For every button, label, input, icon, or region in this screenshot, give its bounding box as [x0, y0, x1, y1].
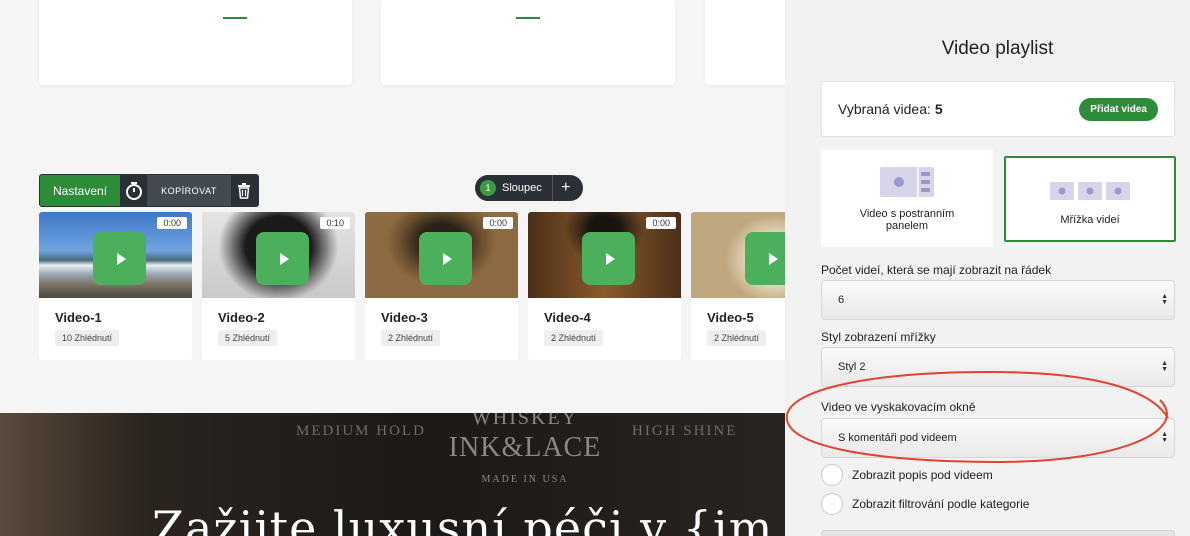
video-duration: 0:10 — [320, 217, 350, 229]
settings-button[interactable]: Nastavení — [40, 175, 121, 206]
brand-logo: WHISKEY INK&LACE MADE IN USA — [448, 413, 602, 485]
video-title: Video-1 — [55, 310, 102, 325]
hero-left-tag: MEDIUM HOLD — [296, 423, 426, 439]
timer-icon[interactable] — [120, 175, 147, 206]
popup-label: Video ve vyskakovacím okně — [821, 400, 976, 414]
video-title: Video-3 — [381, 310, 428, 325]
card-accent-line — [223, 17, 247, 19]
next-select-partial[interactable] — [821, 530, 1175, 536]
sidebar-layout-icon — [880, 167, 934, 197]
add-videos-button[interactable]: Přidat videa — [1079, 97, 1158, 121]
element-toolbar: Nastavení KOPÍROVAT — [39, 174, 259, 207]
video-views-badge: 2 Zhlédnutí — [381, 330, 441, 346]
show-description-toggle[interactable] — [821, 464, 843, 486]
hero-right-tag: HIGH SHINE — [632, 423, 738, 439]
top-card-3 — [705, 0, 785, 85]
column-count-badge: 1 — [480, 180, 496, 196]
video-views-badge: 2 Zhlédnutí — [707, 330, 767, 346]
video-card[interactable]: 0:00 Video-3 2 Zhlédnutí — [365, 212, 518, 360]
video-duration: 0:00 — [483, 217, 513, 229]
grid-style-select[interactable]: Styl 2 ▲ ▼ — [821, 347, 1175, 387]
play-icon[interactable] — [582, 232, 635, 285]
video-duration: 0:00 — [646, 217, 676, 229]
layout-grid-label: Mřížka videí — [1060, 214, 1120, 226]
selected-videos-label: Vybraná videa: 5 — [838, 101, 943, 117]
top-card-2 — [381, 0, 675, 85]
column-label: Sloupec — [502, 182, 542, 194]
video-card[interactable]: Video-5 2 Zhlédnutí — [691, 212, 785, 360]
video-title: Video-2 — [218, 310, 265, 325]
layout-option-sidebar[interactable]: Video s postranním panelem — [821, 150, 993, 247]
page-editor-canvas: Nastavení KOPÍROVAT 1 Sloupec + 0:00 Vid… — [0, 0, 785, 536]
video-card[interactable]: 0:00 Video-4 2 Zhlédnutí — [528, 212, 681, 360]
video-thumbnail[interactable]: 0:00 — [39, 212, 192, 298]
video-thumbnail[interactable] — [691, 212, 785, 298]
video-views-badge: 5 Zhlédnutí — [218, 330, 278, 346]
column-pill[interactable]: 1 Sloupec + — [475, 175, 583, 201]
play-icon[interactable] — [256, 232, 309, 285]
play-icon[interactable] — [93, 232, 146, 285]
copy-button[interactable]: KOPÍROVAT — [147, 175, 231, 206]
video-views-badge: 2 Zhlédnutí — [544, 330, 604, 346]
hero-banner: MEDIUM HOLD HIGH SHINE WHISKEY INK&LACE … — [0, 413, 785, 536]
selected-videos-box: Vybraná videa: 5 Přidat videa — [821, 81, 1175, 137]
per-row-label: Počet videí, která se mají zobrazit na ř… — [821, 263, 1052, 277]
show-filter-option[interactable]: Zobrazit filtrování podle kategorie — [821, 493, 1029, 515]
video-title: Video-5 — [707, 310, 754, 325]
video-thumbnail[interactable]: 0:10 — [202, 212, 355, 298]
panel-title: Video playlist — [941, 38, 1054, 59]
grid-layout-icon — [1050, 182, 1130, 200]
trash-icon[interactable] — [231, 175, 258, 206]
hero-title: Zažijte luxusní péči v {im — [152, 501, 774, 536]
card-accent-line — [516, 17, 540, 19]
layout-sidebar-label: Video s postranním panelem — [859, 208, 955, 232]
video-thumbnail[interactable]: 0:00 — [365, 212, 518, 298]
video-card[interactable]: 0:10 Video-2 5 Zhlédnutí — [202, 212, 355, 360]
video-title: Video-4 — [544, 310, 591, 325]
play-icon[interactable] — [419, 232, 472, 285]
show-description-option[interactable]: Zobrazit popis pod videem — [821, 464, 993, 486]
select-arrow-icon: ▲ ▼ — [1161, 431, 1168, 444]
layout-option-grid[interactable]: Mřížka videí — [1004, 156, 1176, 242]
per-row-select[interactable]: 6 ▲ ▼ — [821, 280, 1175, 320]
top-card-1 — [39, 0, 352, 85]
video-duration: 0:00 — [157, 217, 187, 229]
selected-videos-count: 5 — [934, 101, 943, 117]
select-arrow-icon: ▲ ▼ — [1161, 360, 1168, 373]
video-card[interactable]: 0:00 Video-1 10 Zhlédnutí — [39, 212, 192, 360]
popup-select[interactable]: S komentáři pod videem ▲ ▼ — [821, 418, 1175, 458]
play-icon[interactable] — [745, 232, 785, 285]
show-description-label: Zobrazit popis pod videem — [852, 468, 993, 482]
video-playlist-panel: Video playlist Vybraná videa: 5 Přidat vi… — [785, 0, 1190, 536]
add-column-button[interactable]: + — [553, 179, 579, 197]
select-arrow-icon: ▲ ▼ — [1161, 293, 1168, 306]
show-filter-label: Zobrazit filtrování podle kategorie — [852, 497, 1030, 511]
show-filter-toggle[interactable] — [821, 493, 843, 515]
grid-style-label: Styl zobrazení mřížky — [821, 330, 936, 344]
video-thumbnail[interactable]: 0:00 — [528, 212, 681, 298]
video-views-badge: 10 Zhlédnutí — [55, 330, 120, 346]
